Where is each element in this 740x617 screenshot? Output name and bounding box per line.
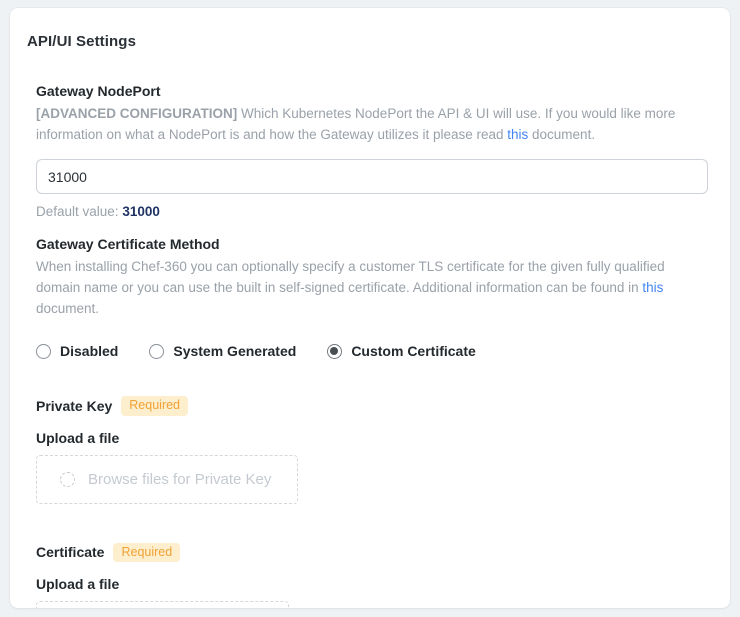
radio-option-disabled[interactable]: Disabled: [36, 343, 118, 359]
default-value-note: Default value: 31000: [36, 204, 708, 219]
gateway-nodeport-label: Gateway NodePort: [36, 83, 708, 99]
radio-option-system-generated[interactable]: System Generated: [149, 343, 296, 359]
cert-method-radio-group: Disabled System Generated Custom Certifi…: [36, 343, 708, 359]
private-key-section: Private Key Required Upload a file Brows…: [36, 396, 708, 504]
default-value-number: 31000: [122, 204, 160, 219]
browse-private-key-button[interactable]: Browse files for Private Key: [36, 455, 298, 504]
page-title: API/UI Settings: [27, 33, 730, 50]
gateway-nodeport-description: [ADVANCED CONFIGURATION] Which Kubernete…: [36, 103, 708, 145]
radio-button-icon[interactable]: [149, 344, 164, 359]
gateway-nodeport-input[interactable]: [36, 159, 708, 194]
this-link-cert-method[interactable]: this: [642, 280, 663, 295]
required-badge: Required: [113, 543, 180, 563]
dashed-circle-icon: [60, 472, 75, 487]
gateway-cert-method-description: When installing Chef-360 you can optiona…: [36, 256, 708, 319]
radio-option-custom-certificate[interactable]: Custom Certificate: [327, 343, 475, 359]
api-ui-settings-card: API/UI Settings Gateway NodePort [ADVANC…: [10, 8, 730, 608]
required-badge: Required: [121, 396, 188, 416]
upload-a-file-label: Upload a file: [36, 430, 708, 446]
private-key-label: Private Key: [36, 398, 112, 414]
radio-button-icon[interactable]: [36, 344, 51, 359]
settings-form: Gateway NodePort [ADVANCED CONFIGURATION…: [10, 83, 730, 608]
advanced-configuration-tag: [ADVANCED CONFIGURATION]: [36, 106, 237, 121]
radio-button-icon[interactable]: [327, 344, 342, 359]
browse-certificate-button[interactable]: Browse files for Certificate: [36, 601, 289, 608]
certificate-section: Certificate Required Upload a file Brows…: [36, 543, 708, 609]
gateway-cert-method-label: Gateway Certificate Method: [36, 236, 708, 252]
this-link-nodeport[interactable]: this: [507, 127, 528, 142]
upload-a-file-label: Upload a file: [36, 576, 708, 592]
certificate-label: Certificate: [36, 544, 104, 560]
